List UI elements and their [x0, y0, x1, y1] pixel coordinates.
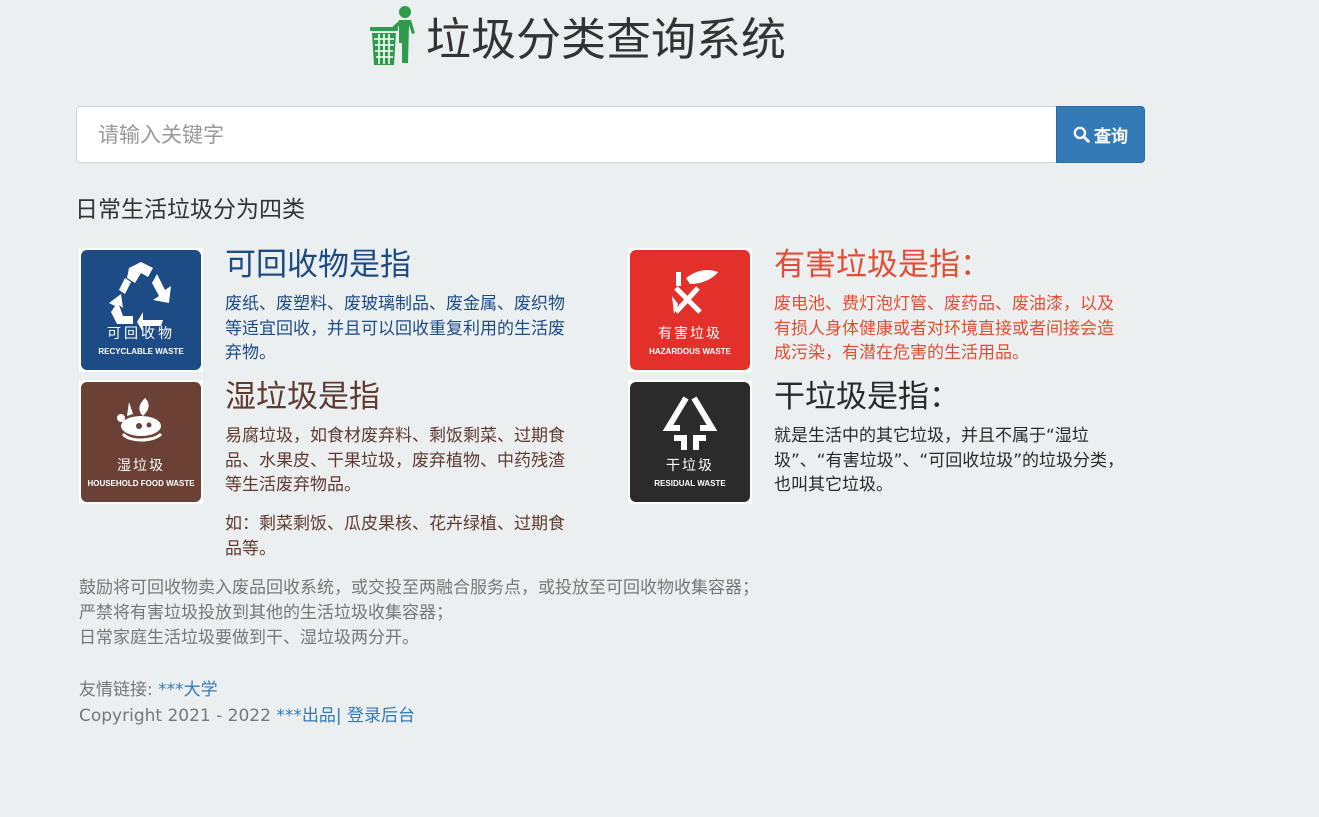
dry-description: 就是生活中的其它垃圾，并且不属于“湿垃圾”、“有害垃圾”、“可回收垃圾”的垃圾分…	[774, 426, 1125, 495]
note-line: 严禁将有害垃圾投放到其他的生活垃圾收集容器；	[79, 603, 453, 623]
search-button[interactable]: 查询	[1056, 106, 1145, 163]
friend-links: 友情链接: ***大学	[79, 677, 415, 703]
page-title: 垃圾分类查询系统	[426, 12, 787, 66]
university-link[interactable]: ***大学	[158, 680, 218, 700]
search-input[interactable]	[76, 106, 1056, 163]
maker-link[interactable]: ***出品	[276, 706, 336, 726]
svg-text:可回收物: 可回收物	[107, 326, 175, 342]
notes: 鼓励将可回收物卖入废品回收系统，或交投至两融合服务点，或投放至可回收物收集容器；…	[79, 576, 759, 651]
hazardous-image: 有害垃圾 HAZARDOUS WASTE	[628, 248, 752, 372]
svg-text:RECYCLABLE WASTE: RECYCLABLE WASTE	[98, 347, 184, 356]
hazardous-description: 废电池、费灯泡灯管、废药品、废油漆，以及有损人身体健康或者对环境直接或者间接会造…	[774, 294, 1114, 363]
svg-text:RESIDUAL WASTE: RESIDUAL WASTE	[654, 479, 726, 488]
svg-text:HAZARDOUS WASTE: HAZARDOUS WASTE	[649, 347, 731, 356]
search-button-label: 查询	[1094, 127, 1128, 147]
dry-image: 干垃圾 RESIDUAL WASTE	[628, 380, 752, 504]
hazardous-title: 有害垃圾是指：	[774, 247, 991, 283]
search-icon	[1073, 126, 1090, 143]
admin-login-link[interactable]: 登录后台	[342, 706, 415, 726]
page-header: 垃圾分类查询系统	[368, 2, 786, 68]
footer: 友情链接: ***大学 Copyright 2021 - 2022 ***出品|…	[79, 677, 415, 729]
svg-text:干垃圾: 干垃圾	[666, 458, 714, 474]
recyclable-image: 可回收物 RECYCLABLE WASTE	[79, 248, 203, 372]
recyclable-title: 可回收物是指	[225, 247, 411, 283]
svg-text:湿垃圾: 湿垃圾	[117, 458, 165, 474]
search-bar: 查询	[76, 106, 1145, 163]
friend-links-label: 友情链接:	[79, 680, 159, 700]
copyright-text: Copyright 2021 - 2022	[79, 706, 277, 726]
dry-title: 干垃圾是指：	[774, 379, 960, 415]
svg-text:HOUSEHOLD FOOD WASTE: HOUSEHOLD FOOD WASTE	[87, 479, 195, 488]
copyright: Copyright 2021 - 2022 ***出品| 登录后台	[79, 703, 415, 729]
wet-title: 湿垃圾是指	[225, 379, 380, 415]
wet-example: 如：剩菜剩饭、瓜皮果核、花卉绿植、过期食品等。	[225, 514, 565, 559]
trash-can-person-logo-icon	[368, 3, 422, 67]
intro-heading: 日常生活垃圾分为四类	[75, 197, 305, 223]
wet-image: 湿垃圾 HOUSEHOLD FOOD WASTE	[79, 380, 203, 504]
note-line: 日常家庭生活垃圾要做到干、湿垃圾两分开。	[79, 628, 419, 648]
svg-text:有害垃圾: 有害垃圾	[658, 326, 722, 342]
recyclable-description: 废纸、废塑料、废玻璃制品、废金属、废织物等适宜回收，并且可以回收重复利用的生活废…	[225, 294, 565, 363]
note-line: 鼓励将可回收物卖入废品回收系统，或交投至两融合服务点，或投放至可回收物收集容器；	[79, 578, 759, 598]
wet-description: 易腐垃圾，如食材废弃料、剩饭剩菜、过期食品、水果皮、干果垃圾，废弃植物、中药残渣…	[225, 426, 565, 495]
